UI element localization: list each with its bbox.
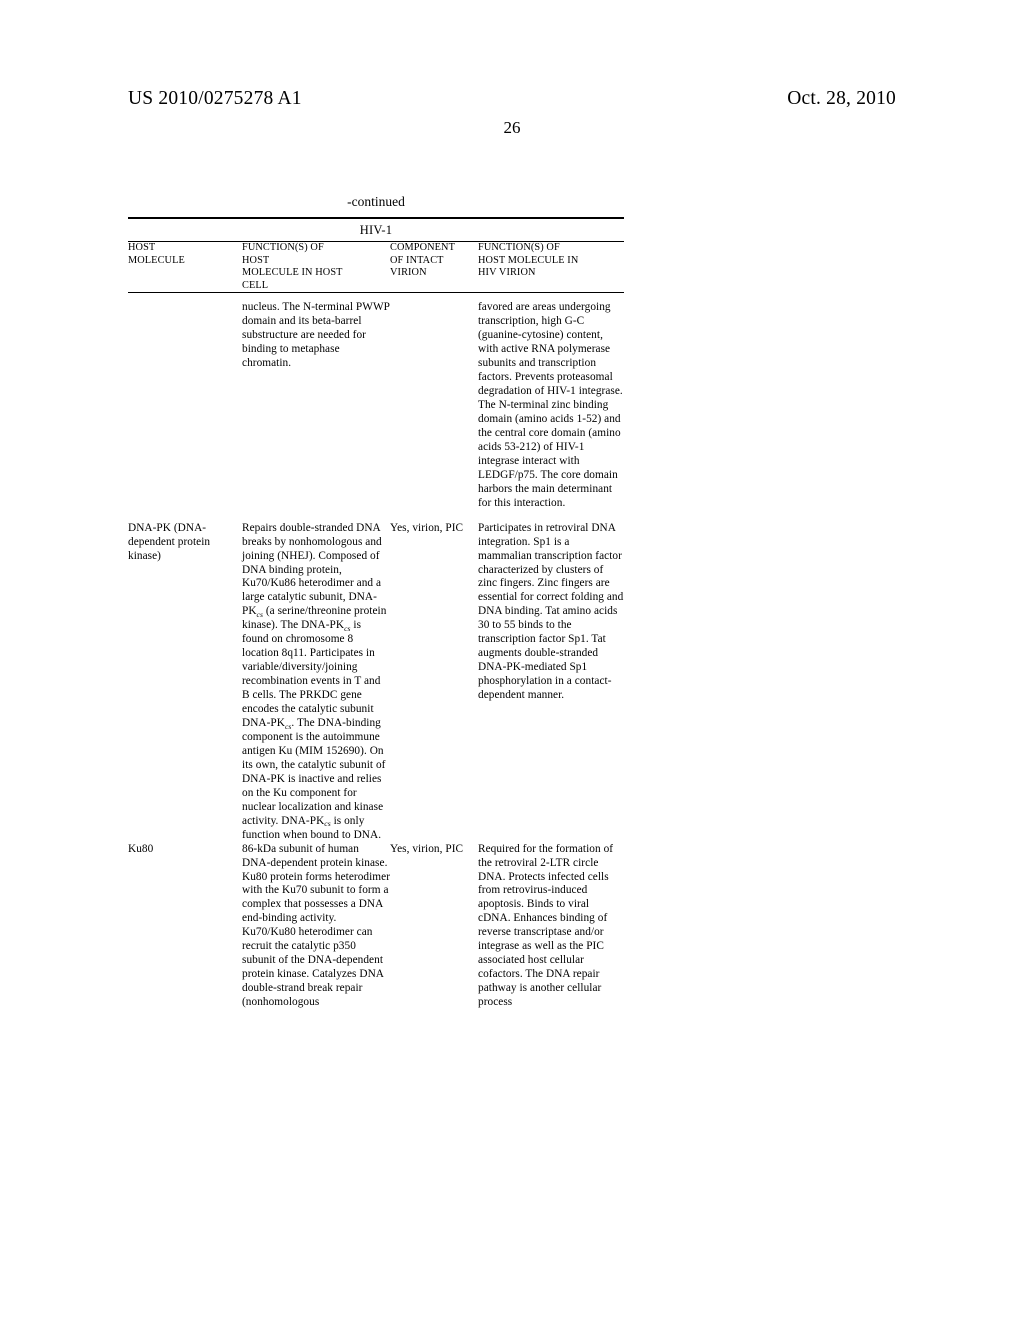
- header-line: HOST MOLECULE IN: [478, 254, 579, 266]
- column-header-function-hiv-virion: FUNCTION(S) OF HOST MOLECULE IN HIV VIRI…: [478, 242, 624, 292]
- cell-function-hiv-virion: Required for the formation of the retrov…: [478, 842, 614, 1009]
- table-row: DNA-PK (DNA-dependent protein kinase) Re…: [128, 522, 624, 843]
- column-header-function-host-cell: FUNCTION(S) OF HOST MOLECULE IN HOST CEL…: [242, 242, 390, 292]
- table-header-section: HOST MOLECULE FUNCTION(S) OF HOST MOLECU…: [128, 242, 624, 292]
- header-line: VIRION: [390, 267, 427, 279]
- header-line: HIV VIRION: [478, 267, 536, 279]
- table-continued-label: -continued: [347, 194, 405, 209]
- cell-function-hiv-virion: Participates in retroviral DNA integrati…: [478, 521, 624, 702]
- column-header-host-molecule: HOST MOLECULE: [128, 242, 242, 292]
- cell-component-virion: Yes, virion, PIC: [390, 842, 464, 855]
- table-row: Ku80 86-kDa subunit of human DNA-depende…: [128, 843, 624, 1010]
- cell-component-virion: [390, 293, 478, 510]
- cell-host-molecule: [128, 293, 242, 510]
- column-header-component-virion: COMPONENT OF INTACT VIRION: [390, 242, 478, 292]
- hiv-host-molecule-table: -continued HIV-1 HOST MOLECULE FUNCTION(…: [128, 194, 624, 1010]
- header-line: FUNCTION(S) OF: [478, 242, 560, 253]
- header-line: OF INTACT: [390, 254, 444, 266]
- page-number: 26: [503, 118, 521, 137]
- cell-host-molecule: Ku80: [128, 842, 154, 855]
- header-line: MOLECULE: [128, 254, 185, 266]
- cell-function-hiv-virion: favored are areas undergoing transcripti…: [478, 301, 623, 509]
- page-running-head: US 2010/0275278 A1 Oct. 28, 2010: [128, 88, 896, 114]
- header-line: HOST: [242, 254, 270, 266]
- header-line: COMPONENT: [390, 242, 455, 253]
- cell-function-host-cell: nucleus. The N-terminal PWWP domain and …: [242, 301, 390, 370]
- header-line: CELL: [242, 279, 269, 291]
- table-group-title: HIV-1: [359, 223, 393, 237]
- table-body-section: nucleus. The N-terminal PWWP domain and …: [128, 293, 624, 1010]
- header-line: FUNCTION(S) OF: [242, 242, 324, 253]
- row-spacer: [128, 511, 624, 522]
- publication-date: Oct. 28, 2010: [787, 88, 896, 109]
- cell-function-host-cell: Repairs double-stranded DNA breaks by no…: [242, 521, 387, 841]
- header-line: MOLECULE IN HOST: [242, 267, 343, 279]
- publication-number: US 2010/0275278 A1: [128, 88, 302, 109]
- cell-component-virion: Yes, virion, PIC: [390, 521, 464, 534]
- header-line: HOST: [128, 242, 156, 253]
- table-row: nucleus. The N-terminal PWWP domain and …: [128, 293, 624, 510]
- cell-function-host-cell: 86-kDa subunit of human DNA-dependent pr…: [242, 842, 391, 1009]
- cell-host-molecule: DNA-PK (DNA-dependent protein kinase): [128, 521, 211, 562]
- table-header-row: HOST MOLECULE FUNCTION(S) OF HOST MOLECU…: [128, 242, 624, 292]
